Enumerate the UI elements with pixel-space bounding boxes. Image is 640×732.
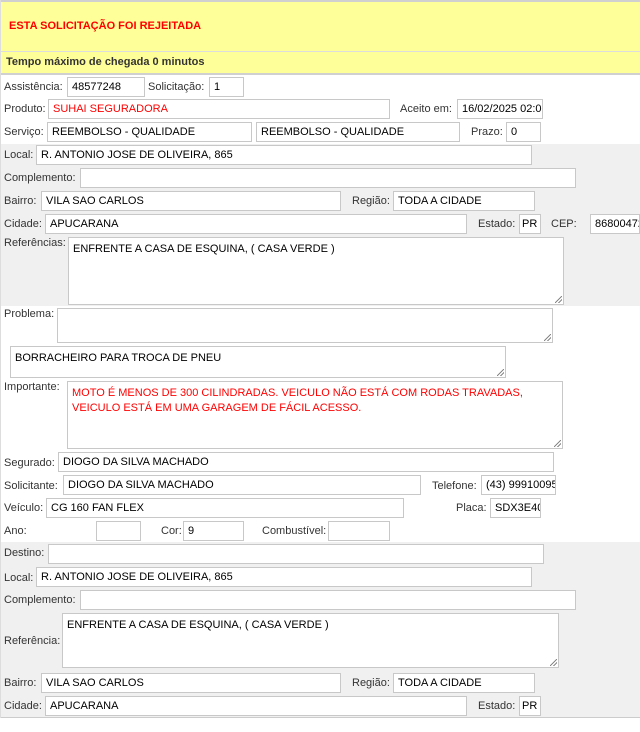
- prazo-input[interactable]: 0: [506, 122, 541, 142]
- produto-input[interactable]: SUHAI SEGURADORA: [48, 99, 390, 119]
- solicitacao-input[interactable]: 1: [209, 77, 244, 97]
- destino-bairro-input[interactable]: VILA SAO CARLOS: [41, 673, 341, 693]
- destino-local-input[interactable]: R. ANTONIO JOSE DE OLIVEIRA, 865: [36, 567, 532, 587]
- ano-input[interactable]: [96, 521, 141, 541]
- cor-label: Cor:: [161, 525, 182, 537]
- cidade-input[interactable]: APUCARANA: [45, 214, 467, 234]
- aceito-label: Aceito em:: [400, 103, 452, 115]
- assistencia-label: Assistência:: [4, 81, 63, 93]
- telefone-label: Telefone:: [432, 480, 477, 492]
- destino-bairro-label: Bairro:: [4, 677, 37, 689]
- destino-estado-input[interactable]: PR: [519, 696, 541, 716]
- referencias-label: Referências:: [4, 237, 66, 249]
- cidade-label: Cidade:: [4, 218, 42, 230]
- veiculo-input[interactable]: CG 160 FAN FLEX: [46, 498, 404, 518]
- destino-input[interactable]: [48, 544, 544, 564]
- placa-label: Placa:: [456, 502, 487, 514]
- servico-input[interactable]: REEMBOLSO - QUALIDADE: [47, 122, 252, 142]
- aceito-input[interactable]: 16/02/2025 02:00: [457, 99, 543, 119]
- destino-local-label: Local:: [4, 572, 34, 584]
- cep-input[interactable]: 86800472: [590, 214, 640, 234]
- referencias-textarea[interactable]: ENFRENTE A CASA DE ESQUINA, ( CASA VERDE…: [68, 237, 564, 305]
- problema-label: Problema:: [4, 308, 55, 320]
- veiculo-label: Veículo:: [4, 502, 44, 514]
- produto-label: Produto:: [4, 103, 46, 115]
- segurado-input[interactable]: DIOGO DA SILVA MACHADO: [58, 452, 554, 472]
- cor-input[interactable]: 9: [183, 521, 244, 541]
- segurado-label: Segurado:: [4, 457, 55, 469]
- combustivel-label: Combustível:: [262, 525, 327, 537]
- left-border: [0, 0, 1, 718]
- destino-regiao-label: Região:: [352, 677, 390, 689]
- estado-input[interactable]: PR: [519, 214, 541, 234]
- ano-label: Ano:: [4, 525, 27, 537]
- telefone-input[interactable]: (43) 999100956: [481, 475, 556, 495]
- destino-referencia-textarea[interactable]: ENFRENTE A CASA DE ESQUINA, ( CASA VERDE…: [62, 613, 559, 668]
- servico-detail-input[interactable]: REEMBOLSO - QUALIDADE: [256, 122, 460, 142]
- destino-estado-label: Estado:: [478, 700, 516, 712]
- complemento-input[interactable]: [80, 168, 576, 188]
- solicitante-input[interactable]: DIOGO DA SILVA MACHADO: [63, 475, 421, 495]
- rejection-banner: ESTA SOLICITAÇÃO FOI REJEITADA: [0, 2, 640, 52]
- destino-cidade-input[interactable]: APUCARANA: [45, 696, 467, 716]
- cep-label: CEP:: [551, 218, 577, 230]
- destino-cidade-label: Cidade:: [4, 700, 42, 712]
- prazo-label: Prazo:: [471, 126, 503, 138]
- solicitante-label: Solicitante:: [4, 480, 58, 492]
- bairro-input[interactable]: VILA SAO CARLOS: [41, 191, 341, 211]
- local-input[interactable]: R. ANTONIO JOSE DE OLIVEIRA, 865: [36, 145, 532, 165]
- banner-title: ESTA SOLICITAÇÃO FOI REJEITADA: [9, 20, 202, 32]
- servico-label: Serviço:: [4, 126, 44, 138]
- importante-textarea[interactable]: MOTO É MENOS DE 300 CILINDRADAS. VEICULO…: [67, 381, 563, 449]
- bairro-label: Bairro:: [4, 195, 37, 207]
- arrival-time-text: Tempo máximo de chegada 0 minutos: [6, 56, 205, 68]
- local-label: Local:: [4, 149, 34, 161]
- assistencia-input[interactable]: 48577248: [67, 77, 145, 97]
- destino-label: Destino:: [4, 547, 45, 559]
- destino-complemento-input[interactable]: [80, 590, 576, 610]
- problema-descricao-textarea[interactable]: BORRACHEIRO PARA TROCA DE PNEU: [10, 346, 506, 378]
- arrival-time-banner: Tempo máximo de chegada 0 minutos: [0, 52, 640, 75]
- destino-complemento-label: Complemento:: [4, 594, 76, 606]
- placa-input[interactable]: SDX3E40: [490, 498, 541, 518]
- combustivel-input[interactable]: [328, 521, 390, 541]
- complemento-label: Complemento:: [4, 172, 76, 184]
- destino-regiao-input[interactable]: TODA A CIDADE: [393, 673, 535, 693]
- regiao-label: Região:: [352, 195, 390, 207]
- estado-label: Estado:: [478, 218, 516, 230]
- solicitacao-label: Solicitação:: [148, 81, 205, 93]
- regiao-input[interactable]: TODA A CIDADE: [393, 191, 535, 211]
- destino-referencia-label: Referência:: [4, 635, 61, 647]
- importante-label: Importante:: [4, 381, 60, 393]
- problema-textarea[interactable]: [57, 308, 553, 343]
